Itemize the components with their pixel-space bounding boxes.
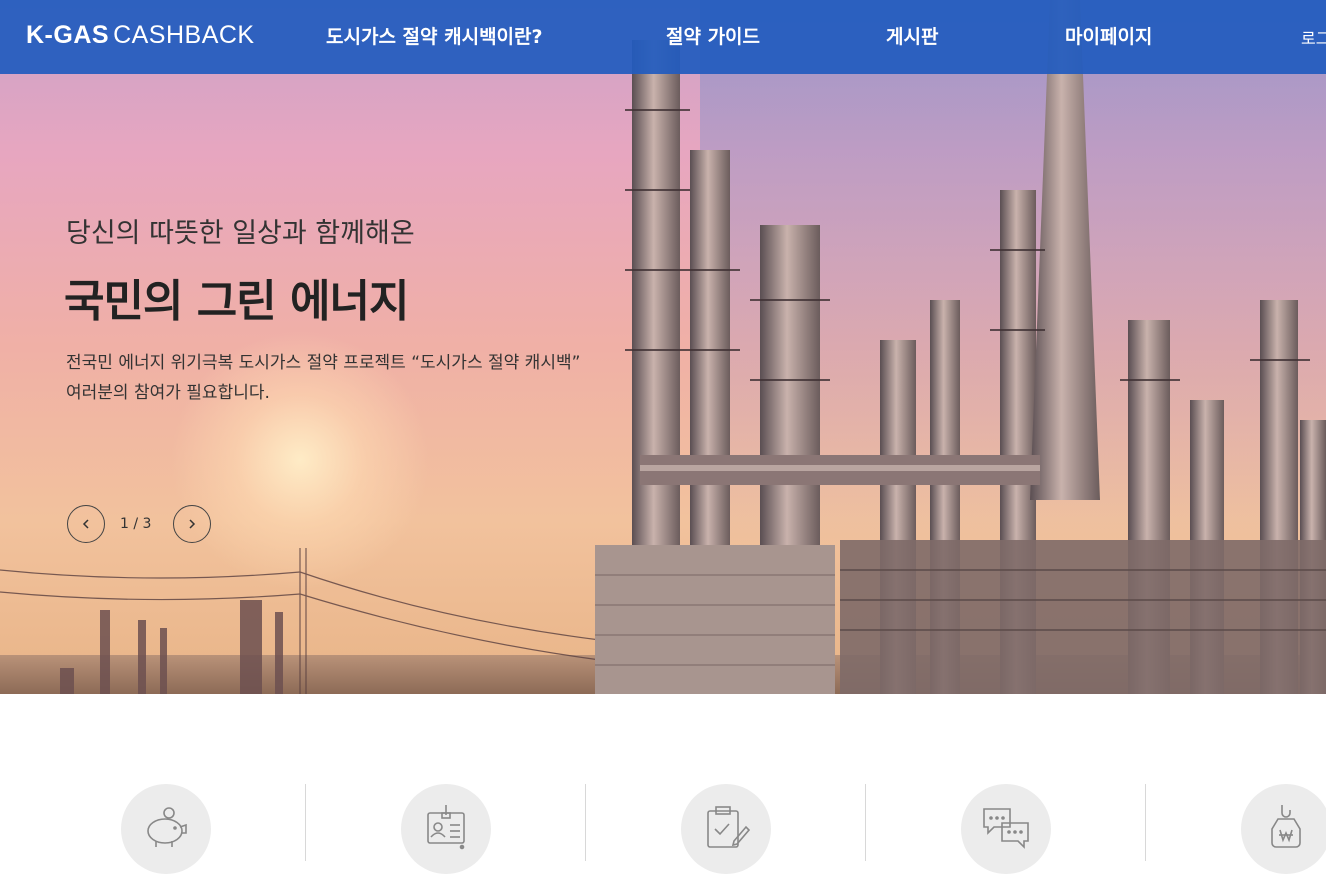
nav-item-login[interactable]: 로그 <box>1301 25 1326 49</box>
hero-description-line-1: 전국민 에너지 위기극복 도시가스 절약 프로젝트 “도시가스 절약 캐시백” <box>66 353 581 373</box>
hero-description-line-2: 여러분의 참여가 필요합니다. <box>66 383 270 403</box>
nav-item-about-cashback[interactable]: 도시가스 절약 캐시백이란? <box>326 22 543 49</box>
nav-item-saving-guide[interactable]: 절약 가이드 <box>666 22 760 49</box>
logo-bold-text: K-GAS <box>26 21 110 49</box>
site-logo[interactable]: K-GAS CASHBACK <box>26 21 255 50</box>
hero-banner <box>0 0 1326 694</box>
feature-item-1[interactable] <box>26 784 306 874</box>
id-card-icon <box>427 805 465 850</box>
feature-item-2[interactable] <box>306 784 586 874</box>
piggy-bank-icon <box>147 807 187 847</box>
slider-next-button[interactable] <box>173 505 211 543</box>
chat-bubbles-icon <box>983 808 1029 849</box>
feature-item-3[interactable] <box>586 784 866 874</box>
top-navigation-bar: K-GAS CASHBACK 도시가스 절약 캐시백이란? 절약 가이드 게시판 … <box>0 0 1326 74</box>
hero-description: 전국민 에너지 위기극복 도시가스 절약 프로젝트 “도시가스 절약 캐시백” … <box>66 348 626 408</box>
chevron-right-icon <box>189 519 196 529</box>
hero-title: 국민의 그린 에너지 <box>64 276 409 327</box>
nav-item-board[interactable]: 게시판 <box>886 22 938 49</box>
clipboard-check-icon <box>707 806 751 848</box>
feature-item-5[interactable] <box>1146 784 1326 874</box>
hero-subtitle: 당신의 따뜻한 일상과 함께해온 <box>66 218 415 249</box>
chevron-left-icon <box>82 519 89 529</box>
refinery-illustration <box>0 0 1326 694</box>
slider-prev-button[interactable] <box>67 505 105 543</box>
slide-counter: 1 / 3 <box>120 516 152 532</box>
money-bag-icon <box>1271 805 1301 848</box>
logo-light-text: CASHBACK <box>113 21 255 49</box>
feature-item-4[interactable] <box>866 784 1146 874</box>
nav-item-mypage[interactable]: 마이페이지 <box>1065 22 1152 49</box>
